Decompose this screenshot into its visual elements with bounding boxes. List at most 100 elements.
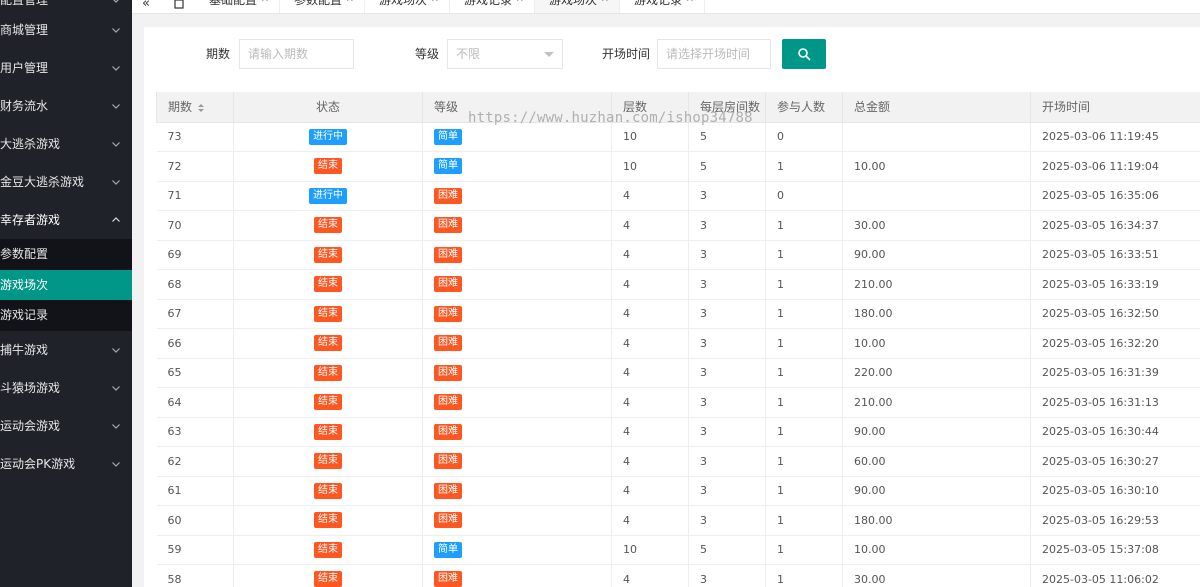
cell-rooms: 5 xyxy=(688,151,766,182)
sidebar-item[interactable]: 运动会PK游戏 xyxy=(0,445,132,483)
cell-start-time: 2025-03-05 11:06:02 xyxy=(1030,564,1200,587)
table-row: 68 结束 困难 4 3 1 210.00 2025-03-05 16:33:19 xyxy=(156,269,1200,300)
cell-rooms: 3 xyxy=(688,417,766,447)
cell-status: 结束 xyxy=(233,564,423,587)
tab[interactable]: 游戏场次✕ xyxy=(535,0,620,13)
col-header-period[interactable]: 期数 xyxy=(156,92,234,123)
cell-amount: 90.00 xyxy=(842,417,1031,447)
table-row: 58 结束 困难 4 3 1 30.00 2025-03-05 11:06:02 xyxy=(156,564,1200,587)
cell-players: 1 xyxy=(765,535,843,565)
level-badge: 困难 xyxy=(434,335,462,352)
cell-status: 进行中 xyxy=(233,122,423,152)
cell-period: 61 xyxy=(156,476,234,506)
sidebar-item-label: 配置管理 xyxy=(0,0,49,7)
status-badge: 结束 xyxy=(314,217,342,234)
tab[interactable]: 游戏场次✕ xyxy=(365,0,450,13)
cell-floors: 4 xyxy=(611,387,689,418)
cell-rooms: 3 xyxy=(688,240,766,270)
sidebar-subitem[interactable]: 游戏记录 xyxy=(0,300,132,331)
cell-players: 1 xyxy=(765,387,843,418)
close-icon[interactable]: ✕ xyxy=(601,0,609,7)
cell-status: 结束 xyxy=(233,299,423,329)
chevron-down-icon xyxy=(111,11,121,49)
sidebar-item[interactable]: 金豆大逃杀游戏 xyxy=(0,163,132,201)
status-badge: 结束 xyxy=(314,482,342,499)
chevron-down-icon xyxy=(111,163,121,201)
cell-level: 困难 xyxy=(422,446,612,477)
close-icon[interactable]: ✕ xyxy=(516,0,524,7)
cell-players: 0 xyxy=(765,122,843,152)
status-badge: 结束 xyxy=(314,364,342,381)
table-row: 67 结束 困难 4 3 1 180.00 2025-03-05 16:32:50 xyxy=(156,299,1200,329)
cell-level: 困难 xyxy=(422,387,612,418)
chevron-up-icon xyxy=(111,201,121,239)
start-time-input[interactable]: 请选择开场时间 xyxy=(657,39,771,69)
close-icon[interactable]: ✕ xyxy=(346,0,354,7)
level-select[interactable]: 不限 xyxy=(447,39,563,69)
col-header-start-time: 开场时间 xyxy=(1030,92,1200,123)
level-badge: 困难 xyxy=(434,364,462,381)
cell-status: 结束 xyxy=(233,151,423,182)
chevron-down-icon xyxy=(111,369,121,407)
search-button[interactable] xyxy=(782,39,826,69)
sidebar-item[interactable]: 运动会游戏 xyxy=(0,407,132,445)
cell-floors: 10 xyxy=(611,151,689,182)
table-row: 72 结束 简单 10 5 1 10.00 2025-03-06 11:19:04 xyxy=(156,151,1200,182)
level-badge: 困难 xyxy=(434,453,462,470)
sidebar-item-label: 运动会游戏 xyxy=(0,418,61,433)
cell-amount: 30.00 xyxy=(842,210,1031,241)
sidebar-item[interactable]: 大逃杀游戏 xyxy=(0,125,132,163)
cell-period: 66 xyxy=(156,328,234,359)
cell-status: 结束 xyxy=(233,210,423,241)
cell-floors: 4 xyxy=(611,210,689,241)
chevron-down-icon xyxy=(111,87,121,125)
cell-floors: 10 xyxy=(611,122,689,152)
tab[interactable]: 基础配置✕ xyxy=(195,0,280,13)
sidebar-item[interactable]: 斗猿场游戏 xyxy=(0,369,132,407)
close-icon[interactable]: ✕ xyxy=(261,0,269,7)
cell-level: 困难 xyxy=(422,476,612,506)
cell-players: 1 xyxy=(765,269,843,300)
cell-start-time: 2025-03-05 16:32:50 xyxy=(1030,299,1200,329)
sidebar-item[interactable]: 商城管理 xyxy=(0,11,132,49)
tab[interactable]: 参数配置✕ xyxy=(280,0,365,13)
cell-status: 结束 xyxy=(233,358,423,388)
status-badge: 结束 xyxy=(314,453,342,470)
tab-label: 游戏记录 xyxy=(634,0,683,7)
close-icon[interactable]: ✕ xyxy=(431,0,439,7)
tab[interactable]: 游戏记录✕ xyxy=(450,0,535,13)
sidebar-item-label: 运动会PK游戏 xyxy=(0,456,76,471)
chevron-down-icon xyxy=(111,407,121,445)
home-icon[interactable] xyxy=(174,0,184,13)
status-badge: 结束 xyxy=(314,305,342,322)
cell-players: 1 xyxy=(765,505,843,536)
cell-level: 困难 xyxy=(422,328,612,359)
period-input[interactable]: 请输入期数 xyxy=(239,39,354,69)
sidebar-item[interactable]: 用户管理 xyxy=(0,49,132,87)
cell-rooms: 5 xyxy=(688,122,766,152)
sidebar-item[interactable]: 幸存者游戏 xyxy=(0,201,132,239)
cell-floors: 4 xyxy=(611,240,689,270)
cell-period: 70 xyxy=(156,210,234,241)
cell-status: 结束 xyxy=(233,505,423,536)
tab[interactable]: 游戏记录✕ xyxy=(620,0,705,13)
cell-start-time: 2025-03-05 16:31:39 xyxy=(1030,358,1200,388)
table-row: 73 进行中 简单 10 5 0 2025-03-06 11:19:45 xyxy=(156,122,1200,152)
cell-start-time: 2025-03-05 16:35:06 xyxy=(1030,181,1200,211)
cell-level: 困难 xyxy=(422,505,612,536)
sidebar-subitem[interactable]: 游戏场次 xyxy=(0,269,132,300)
status-badge: 结束 xyxy=(314,394,342,411)
sidebar-subitem[interactable]: 参数配置 xyxy=(0,239,132,270)
sidebar-item[interactable]: 捕牛游戏 xyxy=(0,331,132,369)
cell-floors: 4 xyxy=(611,358,689,388)
cell-start-time: 2025-03-05 16:29:53 xyxy=(1030,505,1200,536)
collapse-sidebar-icon[interactable]: « xyxy=(142,0,150,13)
status-badge: 结束 xyxy=(314,335,342,352)
cell-rooms: 3 xyxy=(688,564,766,587)
sidebar-item[interactable]: 配置管理 xyxy=(0,0,132,11)
sort-icon[interactable] xyxy=(198,103,205,112)
col-header-status: 状态 xyxy=(233,92,423,123)
close-icon[interactable]: ✕ xyxy=(686,0,694,7)
table-row: 69 结束 困难 4 3 1 90.00 2025-03-05 16:33:51 xyxy=(156,240,1200,270)
sidebar-item[interactable]: 财务流水 xyxy=(0,87,132,125)
